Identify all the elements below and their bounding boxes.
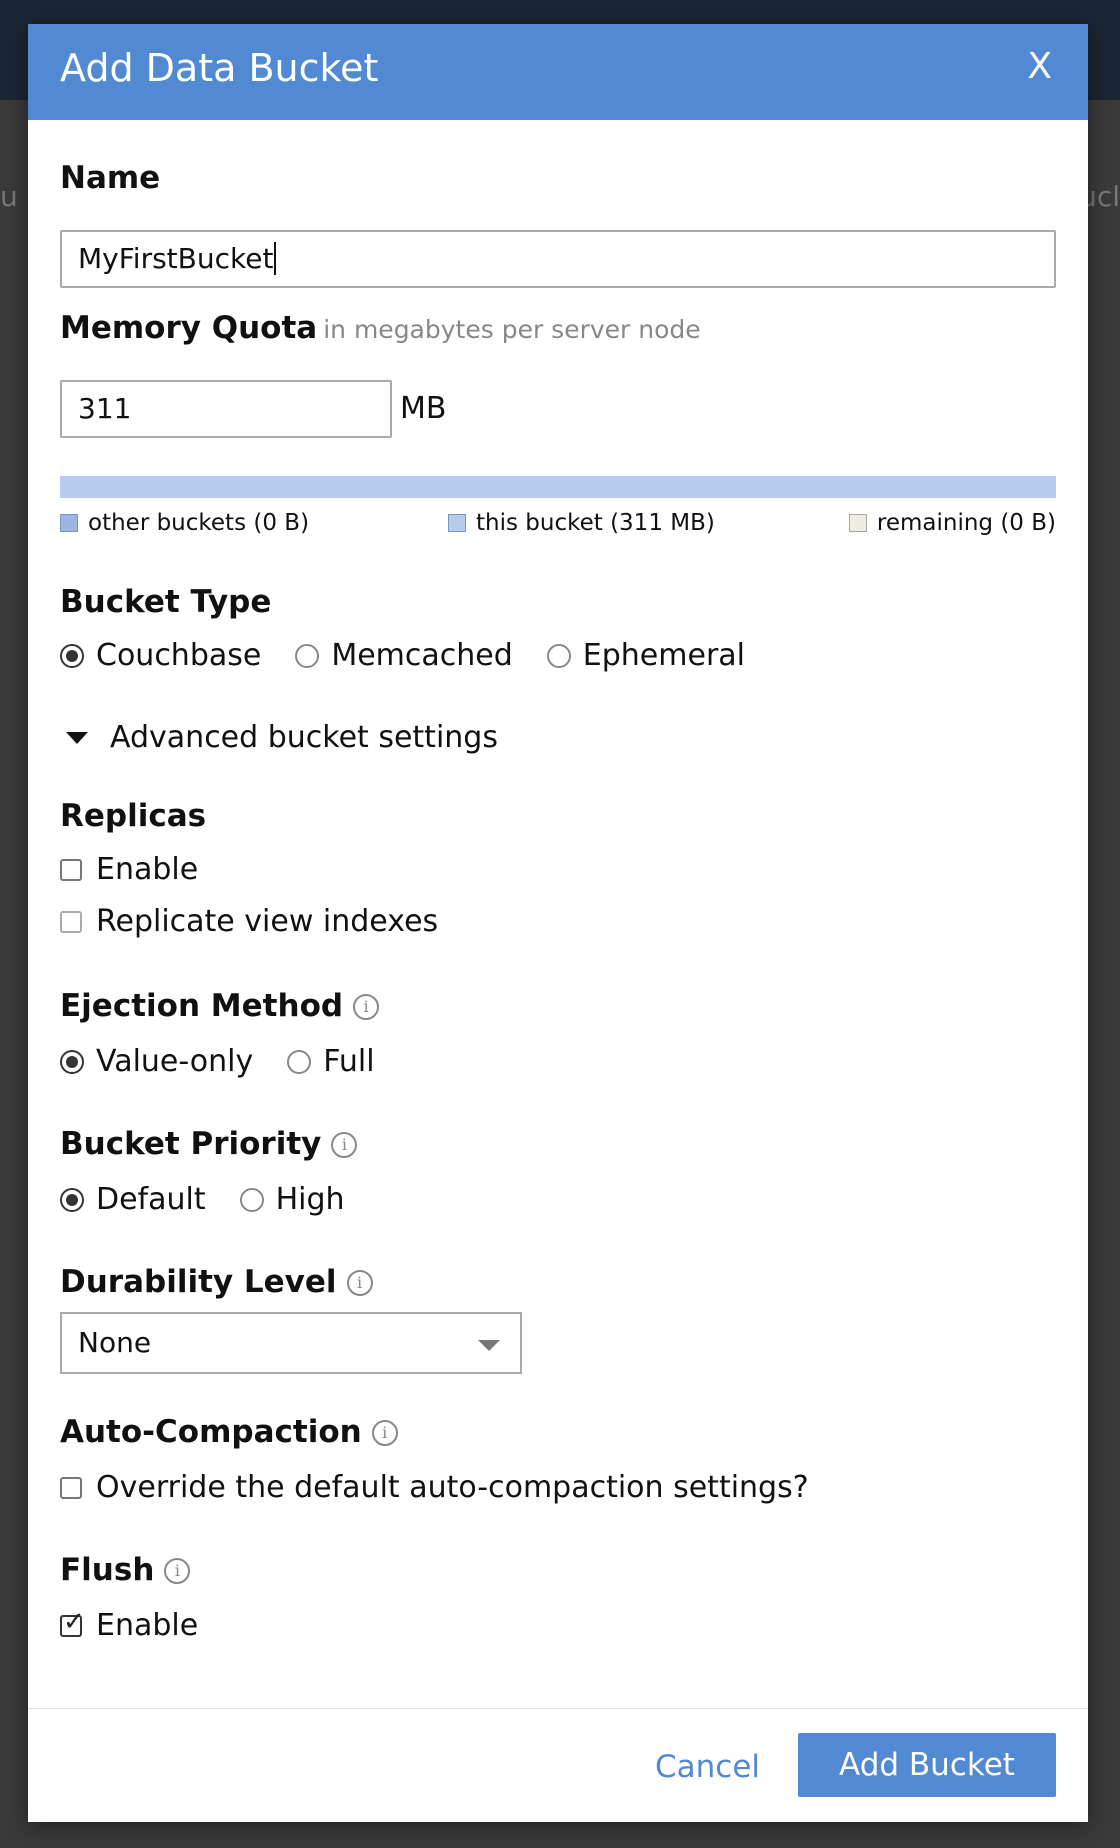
ejection-value-only[interactable]: Value-only <box>60 1044 253 1079</box>
flush-enable-label: Enable <box>96 1608 199 1643</box>
info-icon[interactable]: i <box>353 994 380 1020</box>
dialog-header: Add Data Bucket X <box>28 24 1088 120</box>
text-cursor: ​ <box>274 242 277 275</box>
replicate-view-indexes[interactable]: Replicate view indexes <box>60 904 438 939</box>
flush-label: Flush i <box>60 1552 191 1588</box>
priority-options: Default High <box>60 1182 379 1217</box>
priority-high[interactable]: High <box>239 1182 345 1217</box>
memory-unit: MB <box>400 391 447 426</box>
replicate-view-label: Replicate view indexes <box>96 904 439 939</box>
bucket-type-memcached[interactable]: Memcached <box>295 638 513 673</box>
dialog-title: Add Data Bucket <box>60 46 379 90</box>
add-bucket-dialog: Add Data Bucket X Name MyFirstBucket​ Me… <box>28 24 1088 1822</box>
bucket-type-label: Bucket Type <box>60 584 272 620</box>
radio-default[interactable] <box>60 1187 84 1212</box>
override-compaction[interactable]: Override the default auto-compaction set… <box>60 1470 809 1505</box>
flush-title: Flush <box>60 1552 155 1588</box>
bucket-type-couchbase-label: Couchbase <box>96 638 262 673</box>
name-input[interactable]: MyFirstBucket​ <box>60 230 1056 288</box>
info-icon[interactable]: i <box>164 1558 191 1584</box>
auto-compaction-label: Auto-Compaction i <box>60 1414 398 1450</box>
durability-select-value: None <box>78 1326 152 1359</box>
legend-other-buckets: other buckets (0 B) <box>60 510 309 536</box>
priority-default[interactable]: Default <box>60 1182 206 1217</box>
memory-quota-value: 311 <box>78 392 132 425</box>
legend-swatch-remaining <box>848 514 867 532</box>
replicas-label: Replicas <box>60 798 207 834</box>
radio-high[interactable] <box>239 1187 264 1212</box>
chevron-down-icon <box>478 1340 500 1351</box>
radio-full[interactable] <box>287 1049 312 1074</box>
priority-high-label: High <box>275 1182 345 1217</box>
caret-down-icon <box>66 731 88 744</box>
legend-remaining-label: remaining (0 B) <box>876 510 1056 536</box>
memory-quota-label: Memory Quota in megabytes per server node <box>60 310 701 346</box>
durability-level-title: Durability Level <box>60 1264 337 1300</box>
bucket-type-couchbase[interactable]: Couchbase <box>60 638 261 673</box>
cancel-button[interactable]: Cancel <box>655 1749 760 1785</box>
override-compaction-label: Override the default auto-compaction set… <box>96 1470 809 1505</box>
priority-default-label: Default <box>96 1182 206 1217</box>
legend-swatch-this <box>448 514 466 532</box>
bucket-priority-label: Bucket Priority i <box>60 1126 358 1162</box>
replicas-enable[interactable]: Enable <box>60 852 198 887</box>
flush-enable-checkbox[interactable] <box>60 1607 85 1637</box>
info-icon[interactable]: i <box>331 1132 358 1158</box>
ejection-full[interactable]: Full <box>287 1044 375 1079</box>
info-icon[interactable]: i <box>371 1420 398 1446</box>
legend-other-label: other buckets (0 B) <box>88 510 310 536</box>
legend-swatch-other <box>60 514 78 532</box>
radio-value-only[interactable] <box>60 1049 84 1074</box>
bucket-priority-title: Bucket Priority <box>60 1126 322 1162</box>
replicas-enable-checkbox[interactable] <box>60 858 82 881</box>
ejection-options: Value-only Full <box>60 1044 409 1079</box>
legend-this-label: this bucket (311 MB) <box>476 510 715 536</box>
advanced-settings-label: Advanced bucket settings <box>110 720 498 755</box>
add-bucket-button[interactable]: Add Bucket <box>798 1733 1056 1797</box>
memory-usage-bar <box>60 476 1056 498</box>
flush-enable[interactable]: Enable <box>60 1607 199 1643</box>
durability-level-label: Durability Level i <box>60 1264 373 1300</box>
name-input-value: MyFirstBucket <box>78 242 274 275</box>
auto-compaction-title: Auto-Compaction <box>60 1414 362 1450</box>
radio-memcached[interactable] <box>295 643 320 668</box>
bucket-type-memcached-label: Memcached <box>331 638 513 673</box>
radio-ephemeral[interactable] <box>546 643 571 668</box>
close-button[interactable]: X <box>1027 46 1052 87</box>
durability-select[interactable]: None <box>60 1312 522 1374</box>
radio-couchbase[interactable] <box>60 643 84 668</box>
legend-this-bucket: this bucket (311 MB) <box>448 510 715 536</box>
info-icon[interactable]: i <box>346 1270 373 1296</box>
ejection-value-only-label: Value-only <box>96 1044 254 1079</box>
replicate-view-checkbox[interactable] <box>60 910 82 933</box>
memory-quota-title: Memory Quota <box>60 310 318 346</box>
bucket-type-ephemeral[interactable]: Ephemeral <box>546 638 745 673</box>
override-compaction-checkbox[interactable] <box>60 1476 82 1499</box>
ejection-method-title: Ejection Method <box>60 988 344 1024</box>
bucket-type-options: Couchbase Memcached Ephemeral <box>60 638 779 673</box>
name-label: Name <box>60 160 161 196</box>
dialog-footer: Cancel Add Bucket <box>28 1708 1088 1823</box>
replicas-enable-label: Enable <box>96 852 199 887</box>
memory-quota-hint: in megabytes per server node <box>323 315 701 344</box>
ejection-method-label: Ejection Method i <box>60 988 380 1024</box>
legend-remaining: remaining (0 B) <box>848 510 1056 536</box>
memory-quota-input[interactable]: 311 <box>60 380 392 438</box>
ejection-full-label: Full <box>323 1044 375 1079</box>
advanced-settings-toggle[interactable]: Advanced bucket settings <box>60 720 498 755</box>
bucket-type-ephemeral-label: Ephemeral <box>582 638 745 673</box>
